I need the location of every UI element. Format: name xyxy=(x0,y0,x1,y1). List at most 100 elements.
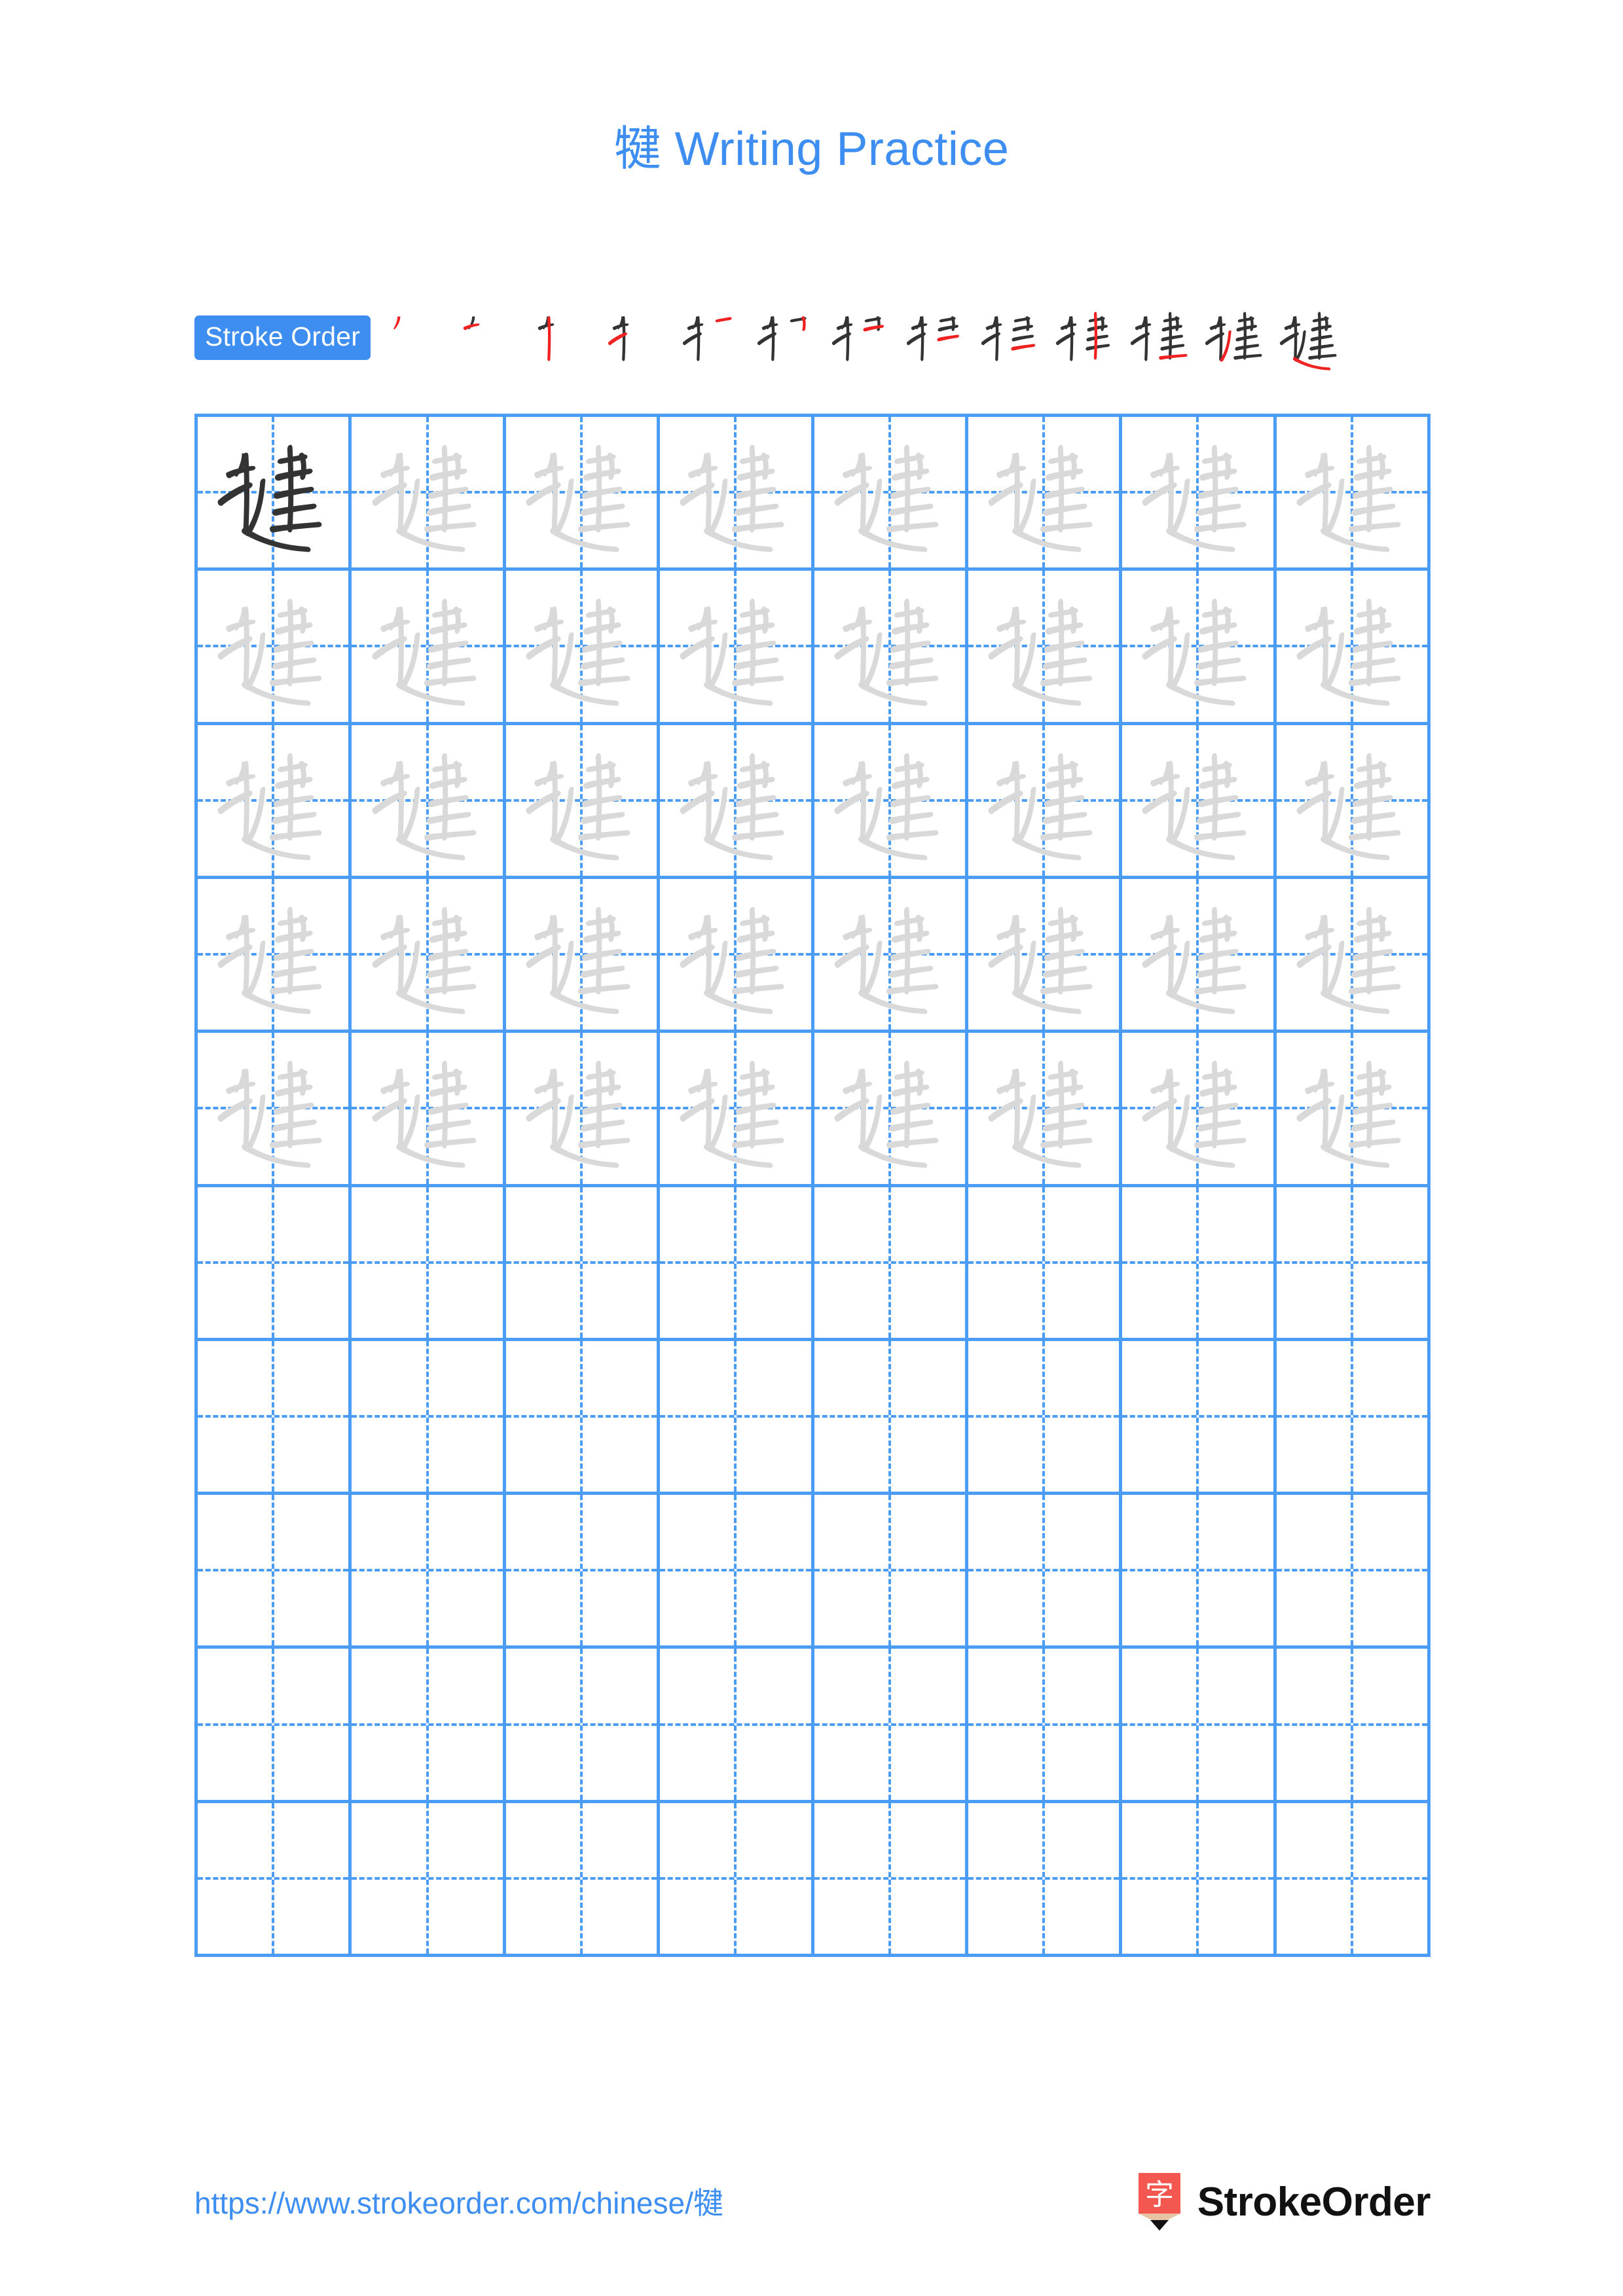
practice-cell-r3-c1[interactable] xyxy=(198,725,352,879)
practice-cell-r4-c6[interactable] xyxy=(968,878,1123,1033)
practice-cell-r4-c5[interactable] xyxy=(814,878,968,1033)
practice-cell-r6-c7[interactable] xyxy=(1122,1187,1277,1341)
practice-cell-r7-c3[interactable] xyxy=(505,1340,661,1496)
trace-character xyxy=(506,417,657,567)
practice-cell-r10-c7[interactable] xyxy=(1122,1803,1277,1957)
trace-character xyxy=(814,725,965,876)
practice-cell-r9-c8[interactable] xyxy=(1276,1649,1431,1803)
trace-character xyxy=(198,1033,348,1183)
practice-cell-r3-c4[interactable] xyxy=(660,725,814,879)
practice-cell-r5-c3[interactable] xyxy=(505,1033,661,1187)
practice-cell-r6-c8[interactable] xyxy=(1276,1187,1431,1341)
practice-cell-r5-c2[interactable] xyxy=(352,1033,506,1187)
practice-cell-r4-c7[interactable] xyxy=(1122,878,1277,1033)
practice-cell-r5-c4[interactable] xyxy=(660,1033,814,1187)
practice-cell-r2-c4[interactable] xyxy=(660,571,814,725)
practice-cell-r2-c1[interactable] xyxy=(198,571,352,725)
trace-character xyxy=(968,879,1119,1030)
practice-cell-r10-c6[interactable] xyxy=(968,1803,1123,1957)
practice-cell-r8-c7[interactable] xyxy=(1122,1495,1277,1649)
practice-cell-r4-c2[interactable] xyxy=(352,878,506,1033)
model-character xyxy=(198,417,348,567)
practice-cell-r5-c7[interactable] xyxy=(1122,1033,1277,1187)
practice-cell-r3-c3[interactable] xyxy=(505,725,661,879)
stroke-step-3 xyxy=(526,302,601,373)
practice-cell-r9-c3[interactable] xyxy=(505,1649,661,1803)
practice-cell-r7-c6[interactable] xyxy=(968,1340,1123,1496)
stroke-step-9 xyxy=(974,302,1049,373)
trace-character xyxy=(1277,417,1427,567)
practice-cell-r1-c6[interactable] xyxy=(968,417,1123,571)
practice-grid xyxy=(194,414,1431,1957)
practice-cell-r10-c4[interactable] xyxy=(660,1803,814,1957)
trace-character xyxy=(814,879,965,1030)
practice-cell-r7-c1[interactable] xyxy=(198,1340,352,1496)
practice-cell-r6-c4[interactable] xyxy=(660,1187,814,1341)
practice-cell-r9-c7[interactable] xyxy=(1122,1649,1277,1803)
practice-cell-r1-c8[interactable] xyxy=(1276,417,1431,571)
practice-cell-r2-c6[interactable] xyxy=(968,571,1123,725)
practice-cell-r5-c6[interactable] xyxy=(968,1033,1123,1187)
practice-cell-r9-c6[interactable] xyxy=(968,1649,1123,1803)
practice-cell-r9-c1[interactable] xyxy=(198,1649,352,1803)
practice-cell-r4-c8[interactable] xyxy=(1276,878,1431,1033)
trace-character xyxy=(506,725,657,876)
practice-cell-r3-c5[interactable] xyxy=(814,725,968,879)
practice-cell-r2-c8[interactable] xyxy=(1276,571,1431,725)
trace-character xyxy=(352,1033,502,1183)
practice-cell-r4-c4[interactable] xyxy=(660,878,814,1033)
practice-cell-r2-c3[interactable] xyxy=(505,571,661,725)
practice-cell-r10-c1[interactable] xyxy=(198,1803,352,1957)
practice-cell-r7-c5[interactable] xyxy=(814,1340,968,1496)
practice-cell-r2-c2[interactable] xyxy=(352,571,506,725)
stroke-step-8 xyxy=(900,302,974,373)
practice-cell-r2-c5[interactable] xyxy=(814,571,968,725)
practice-cell-r8-c6[interactable] xyxy=(968,1495,1123,1649)
practice-cell-r8-c3[interactable] xyxy=(505,1495,661,1649)
practice-cell-r1-c2[interactable] xyxy=(352,417,506,571)
trace-character xyxy=(506,1033,657,1183)
practice-cell-r10-c5[interactable] xyxy=(814,1803,968,1957)
trace-character xyxy=(198,571,348,721)
practice-cell-r6-c1[interactable] xyxy=(198,1187,352,1341)
practice-cell-r8-c2[interactable] xyxy=(352,1495,506,1649)
practice-cell-r6-c3[interactable] xyxy=(505,1187,661,1341)
practice-cell-r5-c5[interactable] xyxy=(814,1033,968,1187)
stroke-step-12 xyxy=(1198,302,1273,373)
trace-character xyxy=(1277,1033,1427,1183)
practice-cell-r5-c1[interactable] xyxy=(198,1033,352,1187)
practice-cell-r9-c2[interactable] xyxy=(352,1649,506,1803)
brand-logo[interactable]: 字 StrokeOrder xyxy=(1136,2172,1431,2232)
practice-cell-r3-c6[interactable] xyxy=(968,725,1123,879)
practice-cell-r6-c2[interactable] xyxy=(352,1187,506,1341)
practice-cell-r8-c5[interactable] xyxy=(814,1495,968,1649)
practice-cell-r8-c1[interactable] xyxy=(198,1495,352,1649)
practice-cell-r1-c1[interactable] xyxy=(198,417,352,571)
practice-cell-r7-c2[interactable] xyxy=(352,1340,506,1496)
practice-cell-r3-c2[interactable] xyxy=(352,725,506,879)
practice-cell-r10-c8[interactable] xyxy=(1276,1803,1431,1957)
practice-cell-r2-c7[interactable] xyxy=(1122,571,1277,725)
practice-cell-r9-c5[interactable] xyxy=(814,1649,968,1803)
practice-cell-r4-c3[interactable] xyxy=(505,878,661,1033)
practice-cell-r9-c4[interactable] xyxy=(660,1649,814,1803)
practice-cell-r7-c8[interactable] xyxy=(1276,1340,1431,1496)
practice-cell-r4-c1[interactable] xyxy=(198,878,352,1033)
practice-cell-r6-c5[interactable] xyxy=(814,1187,968,1341)
practice-cell-r7-c4[interactable] xyxy=(660,1340,814,1496)
practice-cell-r3-c8[interactable] xyxy=(1276,725,1431,879)
practice-cell-r8-c8[interactable] xyxy=(1276,1495,1431,1649)
practice-cell-r1-c7[interactable] xyxy=(1122,417,1277,571)
practice-cell-r3-c7[interactable] xyxy=(1122,725,1277,879)
trace-character xyxy=(660,1033,811,1183)
practice-cell-r1-c4[interactable] xyxy=(660,417,814,571)
practice-cell-r10-c2[interactable] xyxy=(352,1803,506,1957)
practice-cell-r1-c3[interactable] xyxy=(505,417,661,571)
practice-cell-r6-c6[interactable] xyxy=(968,1187,1123,1341)
practice-cell-r1-c5[interactable] xyxy=(814,417,968,571)
practice-cell-r8-c4[interactable] xyxy=(660,1495,814,1649)
practice-cell-r5-c8[interactable] xyxy=(1276,1033,1431,1187)
source-url-link[interactable]: https://www.strokeorder.com/chinese/犍 xyxy=(194,2179,723,2223)
practice-cell-r7-c7[interactable] xyxy=(1122,1340,1277,1496)
practice-cell-r10-c3[interactable] xyxy=(505,1803,661,1957)
